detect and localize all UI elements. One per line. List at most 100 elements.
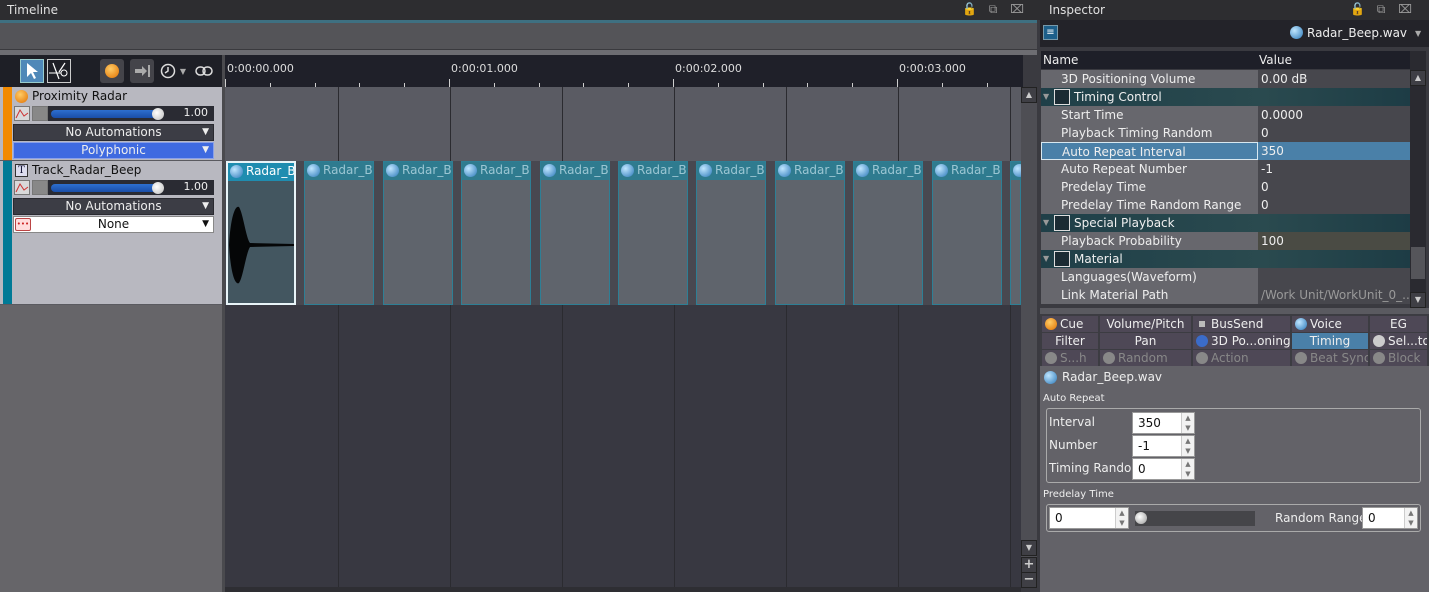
random-range-input[interactable]: 0 ▲ ▼: [1362, 507, 1418, 529]
mode-dropdown[interactable]: Polyphonic ▼: [13, 142, 214, 159]
track-header-cue[interactable]: Proximity Radar 1.00 No Automations ▼ Po…: [0, 87, 222, 161]
collapse-icon[interactable]: ▼: [1043, 88, 1049, 106]
close-icon[interactable]: ⌧: [1010, 2, 1024, 16]
property-value[interactable]: /Work Unit/WorkUnit_0_...: [1258, 286, 1410, 304]
slider-knob[interactable]: [152, 182, 164, 194]
zoom-out-button[interactable]: −: [1021, 572, 1037, 588]
waveform-clip[interactable]: Radar_Beep: [618, 161, 688, 305]
property-row[interactable]: Playback Timing Random 0: [1041, 124, 1410, 142]
volume-slider[interactable]: 1.00: [48, 180, 214, 195]
time-ruler[interactable]: 0:00:00.000 0:00:01.000 0:00:02.000 0:00…: [225, 55, 1023, 87]
tab-random[interactable]: Random: [1100, 350, 1191, 366]
close-icon[interactable]: ⌧: [1398, 2, 1412, 16]
property-value[interactable]: [1258, 268, 1410, 286]
property-value[interactable]: 0: [1258, 178, 1410, 196]
jump-button[interactable]: [130, 59, 154, 83]
property-row[interactable]: Playback Probability 100: [1041, 232, 1410, 250]
clip-header[interactable]: Radar_Beep: [541, 162, 609, 180]
property-value[interactable]: -1: [1258, 160, 1410, 178]
tab-action[interactable]: Action: [1193, 350, 1290, 366]
track-header-track[interactable]: T Track_Radar_Beep 1.00 No Automations ▼…: [0, 161, 222, 305]
predelay-input[interactable]: 0 ▲ ▼: [1049, 507, 1129, 529]
tab-voice[interactable]: Voice: [1292, 316, 1368, 332]
clip-header[interactable]: Radar_Beep: [228, 163, 294, 181]
cut-tool-button[interactable]: [47, 59, 71, 83]
waveform-clip[interactable]: Radar_Beep: [853, 161, 923, 305]
record-button[interactable]: [100, 59, 124, 83]
snap-dropdown[interactable]: ▼: [156, 59, 190, 83]
unlock-icon[interactable]: 🔓: [962, 2, 977, 16]
waveform-clip[interactable]: Radar_Beep: [383, 161, 453, 305]
clip-header[interactable]: Radar_Beep: [384, 162, 452, 180]
number-input[interactable]: -1 ▲ ▼: [1132, 435, 1195, 457]
tab-timing[interactable]: Timing: [1292, 333, 1368, 349]
spin-arrows[interactable]: ▲ ▼: [1181, 413, 1194, 433]
tab-eg[interactable]: EG: [1370, 316, 1427, 332]
waveform-clip[interactable]: Radar_Beep: [461, 161, 531, 305]
tab-block[interactable]: Block: [1370, 350, 1427, 366]
slider-knob[interactable]: [152, 108, 164, 120]
tab-sel-tor[interactable]: Sel...tor: [1370, 333, 1427, 349]
property-value[interactable]: 350: [1258, 142, 1410, 160]
automation-dropdown[interactable]: No Automations ▼: [13, 124, 214, 141]
scroll-thumb[interactable]: [1411, 247, 1425, 279]
property-row[interactable]: Predelay Time 0: [1041, 178, 1410, 196]
automation-curve-icon[interactable]: [14, 180, 30, 195]
link-button[interactable]: [192, 59, 216, 83]
property-row[interactable]: Start Time 0.0000: [1041, 106, 1410, 124]
tab-pan[interactable]: Pan: [1100, 333, 1191, 349]
clip-header[interactable]: Radar_Beep: [305, 162, 373, 180]
slider-knob[interactable]: [1135, 512, 1147, 524]
tab-filter[interactable]: Filter: [1042, 333, 1098, 349]
property-row[interactable]: Languages(Waveform): [1041, 268, 1410, 286]
tab-cue[interactable]: Cue: [1042, 316, 1098, 332]
timing-random-input[interactable]: 0 ▲ ▼: [1132, 458, 1195, 480]
waveform-clip[interactable]: Radar_Beep: [226, 161, 296, 305]
property-grid-scrollbar[interactable]: ▲ ▼: [1410, 51, 1426, 308]
tab-beat-sync[interactable]: Beat Sync: [1292, 350, 1368, 366]
unlock-icon[interactable]: 🔓: [1350, 2, 1365, 16]
automation-dropdown[interactable]: No Automations ▼: [13, 198, 214, 215]
property-value[interactable]: 0.0000: [1258, 106, 1410, 124]
collapse-icon[interactable]: ▼: [1043, 214, 1049, 232]
chevron-down-icon[interactable]: ▼: [1415, 29, 1421, 38]
clip-header[interactable]: Radar_Beep: [462, 162, 530, 180]
waveform-clip[interactable]: Radar_Beep: [304, 161, 374, 305]
property-row[interactable]: Auto Repeat Number -1: [1041, 160, 1410, 178]
float-icon[interactable]: ⧉: [986, 2, 1000, 16]
waveform-clip[interactable]: Radar_Beep: [540, 161, 610, 305]
spin-arrows[interactable]: ▲ ▼: [1115, 508, 1128, 528]
property-row[interactable]: Link Material Path/Work Unit/WorkUnit_0_…: [1041, 286, 1410, 304]
predelay-slider[interactable]: [1135, 511, 1255, 526]
tab-s-h[interactable]: S...h: [1042, 350, 1098, 366]
volume-slider[interactable]: 1.00: [48, 106, 214, 121]
automation-curve-icon[interactable]: [14, 106, 30, 121]
select-tool-button[interactable]: [20, 59, 44, 83]
scroll-down-button[interactable]: ▼: [1021, 540, 1037, 556]
interval-input[interactable]: 350 ▲ ▼: [1132, 412, 1195, 434]
clip-header[interactable]: Radar_Beep: [854, 162, 922, 180]
spin-arrows[interactable]: ▲ ▼: [1181, 436, 1194, 456]
timeline-empty-area[interactable]: [225, 305, 1023, 587]
tab-volume-pitch[interactable]: Volume/Pitch: [1100, 316, 1191, 332]
property-category[interactable]: ▼ Special Playback: [1041, 214, 1410, 232]
waveform-clip[interactable]: Radar_Beep: [932, 161, 1002, 305]
property-value[interactable]: 100: [1258, 232, 1410, 250]
clip-header[interactable]: Radar_Beep: [619, 162, 687, 180]
property-category[interactable]: ▼ Material: [1041, 250, 1410, 268]
clip-header[interactable]: Radar_Beep: [776, 162, 844, 180]
tab-3d-po-oning[interactable]: 3D Po...oning: [1193, 333, 1290, 349]
clip-header[interactable]: Radar_Beep: [697, 162, 765, 180]
zoom-in-button[interactable]: +: [1021, 557, 1037, 573]
waveform-clip[interactable]: Radar_Beep: [1010, 161, 1029, 305]
timeline-horizontal-scrollbar[interactable]: [225, 587, 1021, 592]
waveform-clip[interactable]: Radar_Beep: [775, 161, 845, 305]
property-row[interactable]: Auto Repeat Interval 350: [1041, 142, 1410, 160]
tab-bussend[interactable]: BusSend: [1193, 316, 1290, 332]
spin-arrows[interactable]: ▲ ▼: [1404, 508, 1417, 528]
mode-dropdown[interactable]: ••• None ▼: [13, 216, 214, 233]
mute-icon[interactable]: [32, 106, 48, 121]
float-icon[interactable]: ⧉: [1374, 2, 1388, 16]
scroll-down-button[interactable]: ▼: [1410, 292, 1426, 308]
collapse-icon[interactable]: ▼: [1043, 250, 1049, 268]
